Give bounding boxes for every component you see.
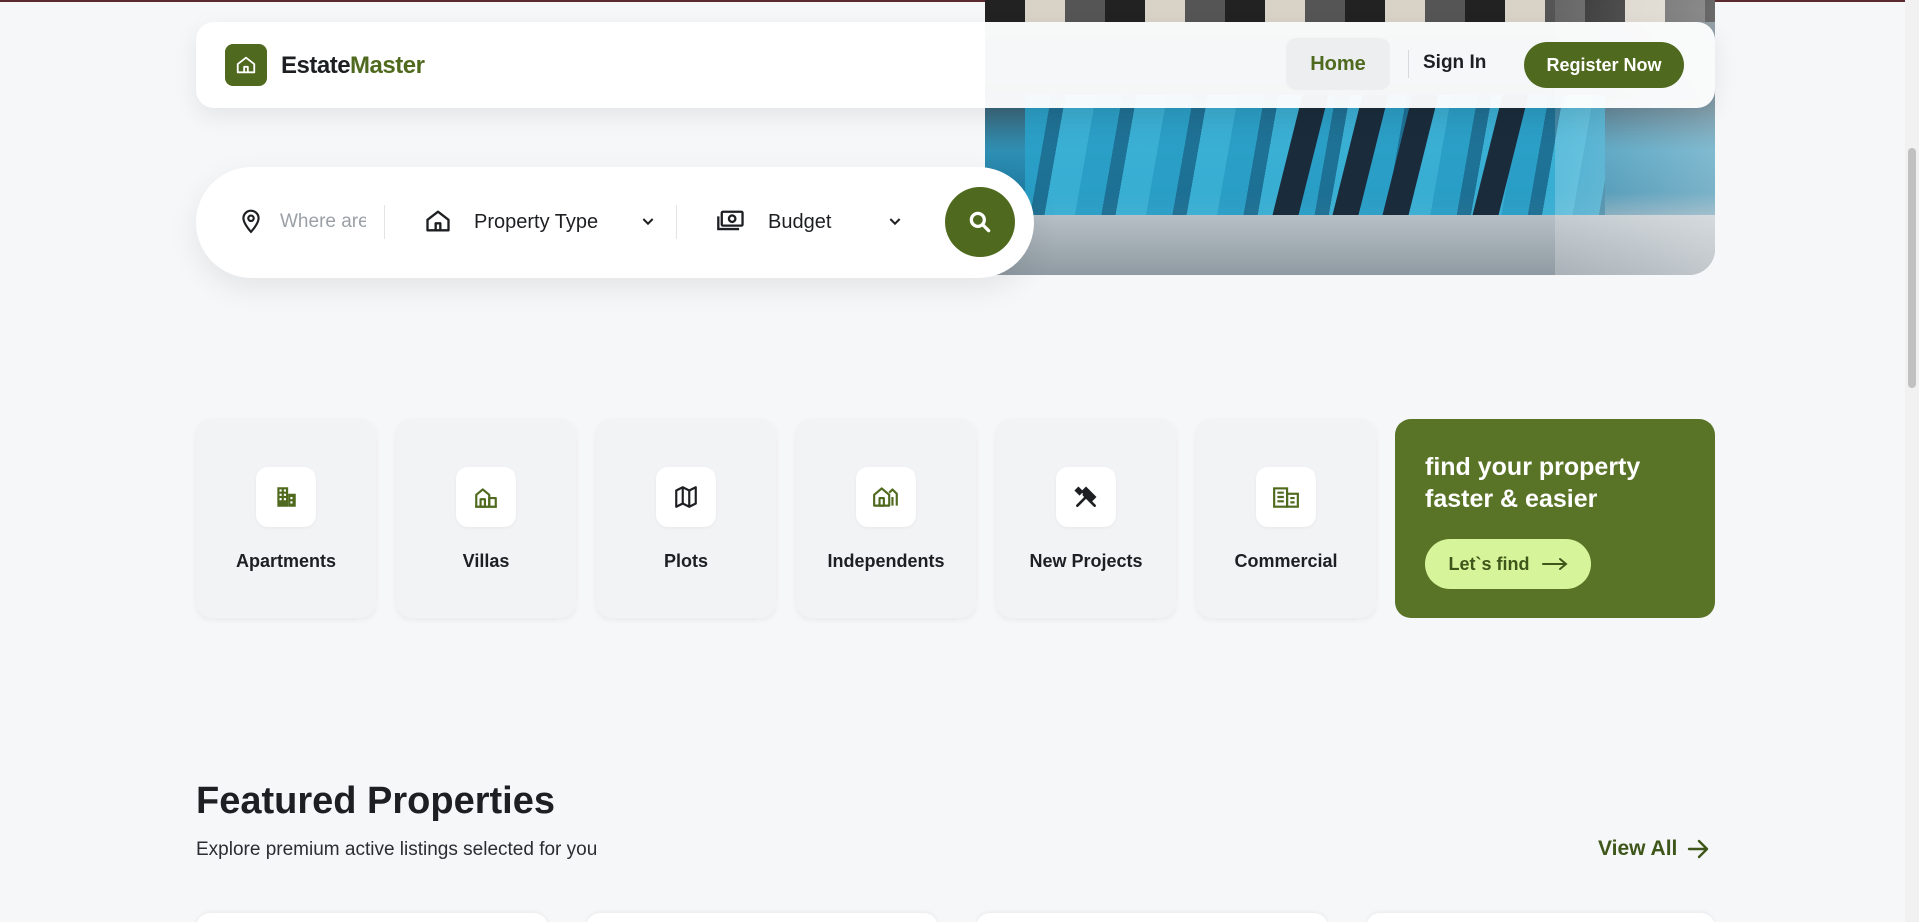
category-apartments[interactable]: Apartments xyxy=(196,419,376,618)
search-button[interactable] xyxy=(945,187,1015,257)
register-button[interactable]: Register Now xyxy=(1524,42,1684,88)
view-all-link[interactable]: View All xyxy=(1598,837,1709,861)
nav-home-link[interactable]: Home xyxy=(1286,38,1390,90)
category-label: Independents xyxy=(827,551,945,571)
property-card[interactable] xyxy=(196,913,548,922)
map-icon xyxy=(675,486,697,508)
office-icon xyxy=(1273,487,1299,508)
category-label: Apartments xyxy=(235,551,337,571)
navbar: EstateMaster Home Sign In Register Now xyxy=(196,22,1715,108)
category-commercial[interactable]: Commercial xyxy=(1196,419,1376,618)
location-pin-icon xyxy=(242,209,260,234)
promo-title: find your property faster & easier xyxy=(1425,453,1641,513)
budget-select[interactable]: Budget xyxy=(768,211,831,234)
money-icon xyxy=(717,210,744,231)
category-new-projects[interactable]: New Projects xyxy=(996,419,1176,618)
property-card[interactable] xyxy=(976,913,1328,922)
home-icon xyxy=(426,210,450,232)
villa-icon xyxy=(475,488,497,508)
home-logo-icon xyxy=(236,56,256,74)
house-icon xyxy=(873,487,898,507)
location-input[interactable] xyxy=(280,205,366,239)
page-scrollbar[interactable] xyxy=(1905,0,1919,922)
featured-title: Featured Properties xyxy=(196,780,555,822)
featured-subtitle: Explore premium active listings selected… xyxy=(196,839,598,860)
chevron-down-icon[interactable] xyxy=(640,213,656,229)
sign-in-link[interactable]: Sign In xyxy=(1423,52,1486,74)
property-card[interactable] xyxy=(586,913,938,922)
category-villas[interactable]: Villas xyxy=(396,419,576,618)
promo-card: find your property faster & easier Let`s… xyxy=(1395,419,1715,618)
category-label: New Projects xyxy=(1029,551,1143,571)
search-icon xyxy=(969,211,991,233)
chevron-down-icon[interactable] xyxy=(887,213,903,229)
search-bar: Property Type Budget xyxy=(196,167,1034,278)
page: EstateMaster Home Sign In Register Now P… xyxy=(0,0,1905,922)
brand-name[interactable]: EstateMaster xyxy=(281,52,425,80)
category-label: Plots xyxy=(663,551,708,571)
property-card[interactable] xyxy=(1366,913,1715,922)
tools-icon xyxy=(1074,486,1097,507)
property-type-select[interactable]: Property Type xyxy=(474,211,598,234)
arrow-right-icon xyxy=(1688,839,1709,859)
logo[interactable] xyxy=(225,44,267,86)
category-independents[interactable]: Independents xyxy=(796,419,976,618)
arrow-right-icon xyxy=(1541,558,1568,570)
lets-find-button[interactable]: Let`s find xyxy=(1425,539,1591,589)
category-plots[interactable]: Plots xyxy=(596,419,776,618)
category-label: Commercial xyxy=(1234,551,1338,571)
nav-divider xyxy=(1408,50,1409,78)
apartment-icon xyxy=(277,487,296,507)
scrollbar-thumb[interactable] xyxy=(1908,148,1916,388)
category-label: Villas xyxy=(462,551,510,571)
